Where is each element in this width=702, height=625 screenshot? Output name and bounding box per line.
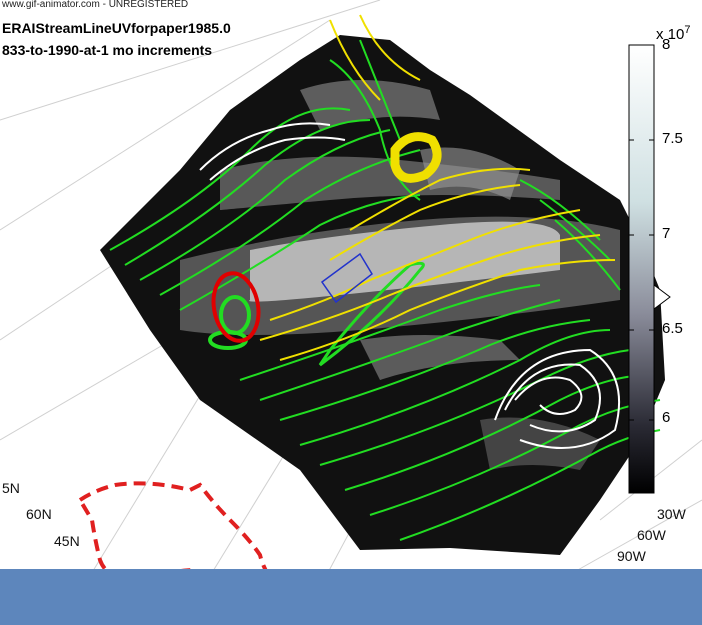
colorbar — [628, 44, 655, 494]
lon-label-30w: 30W — [657, 506, 686, 522]
bottom-bar — [0, 569, 702, 625]
colorbar-tick-7-5: 7.5 — [662, 130, 683, 147]
colorbar-tick-7: 7 — [662, 225, 671, 242]
figure-frame: www.gif-animator.com - UNREGISTERED ERAI… — [0, 0, 702, 625]
figure-title-line1: ERAIStreamLineUVforpaper1985.0 — [2, 20, 231, 36]
figure-title-line2: 833-to-1990-at-1 mo increments — [2, 42, 213, 58]
colorbar-tick-8: 8 — [662, 36, 671, 53]
colorbar-exponent-power: 7 — [684, 24, 691, 36]
map-figure — [0, 0, 702, 625]
colorbar-tick-6: 6 — [662, 409, 671, 426]
lat-label-60n: 60N — [26, 506, 52, 522]
watermark-text: www.gif-animator.com - UNREGISTERED — [2, 0, 189, 10]
colorbar-tick-6-5: 6.5 — [662, 320, 683, 337]
lat-label-75n: 5N — [2, 480, 20, 496]
colorbar-pointer — [653, 284, 671, 310]
lon-label-90w: 90W — [617, 548, 646, 564]
lon-label-60w: 60W — [637, 527, 666, 543]
lat-label-45n: 45N — [54, 533, 80, 549]
